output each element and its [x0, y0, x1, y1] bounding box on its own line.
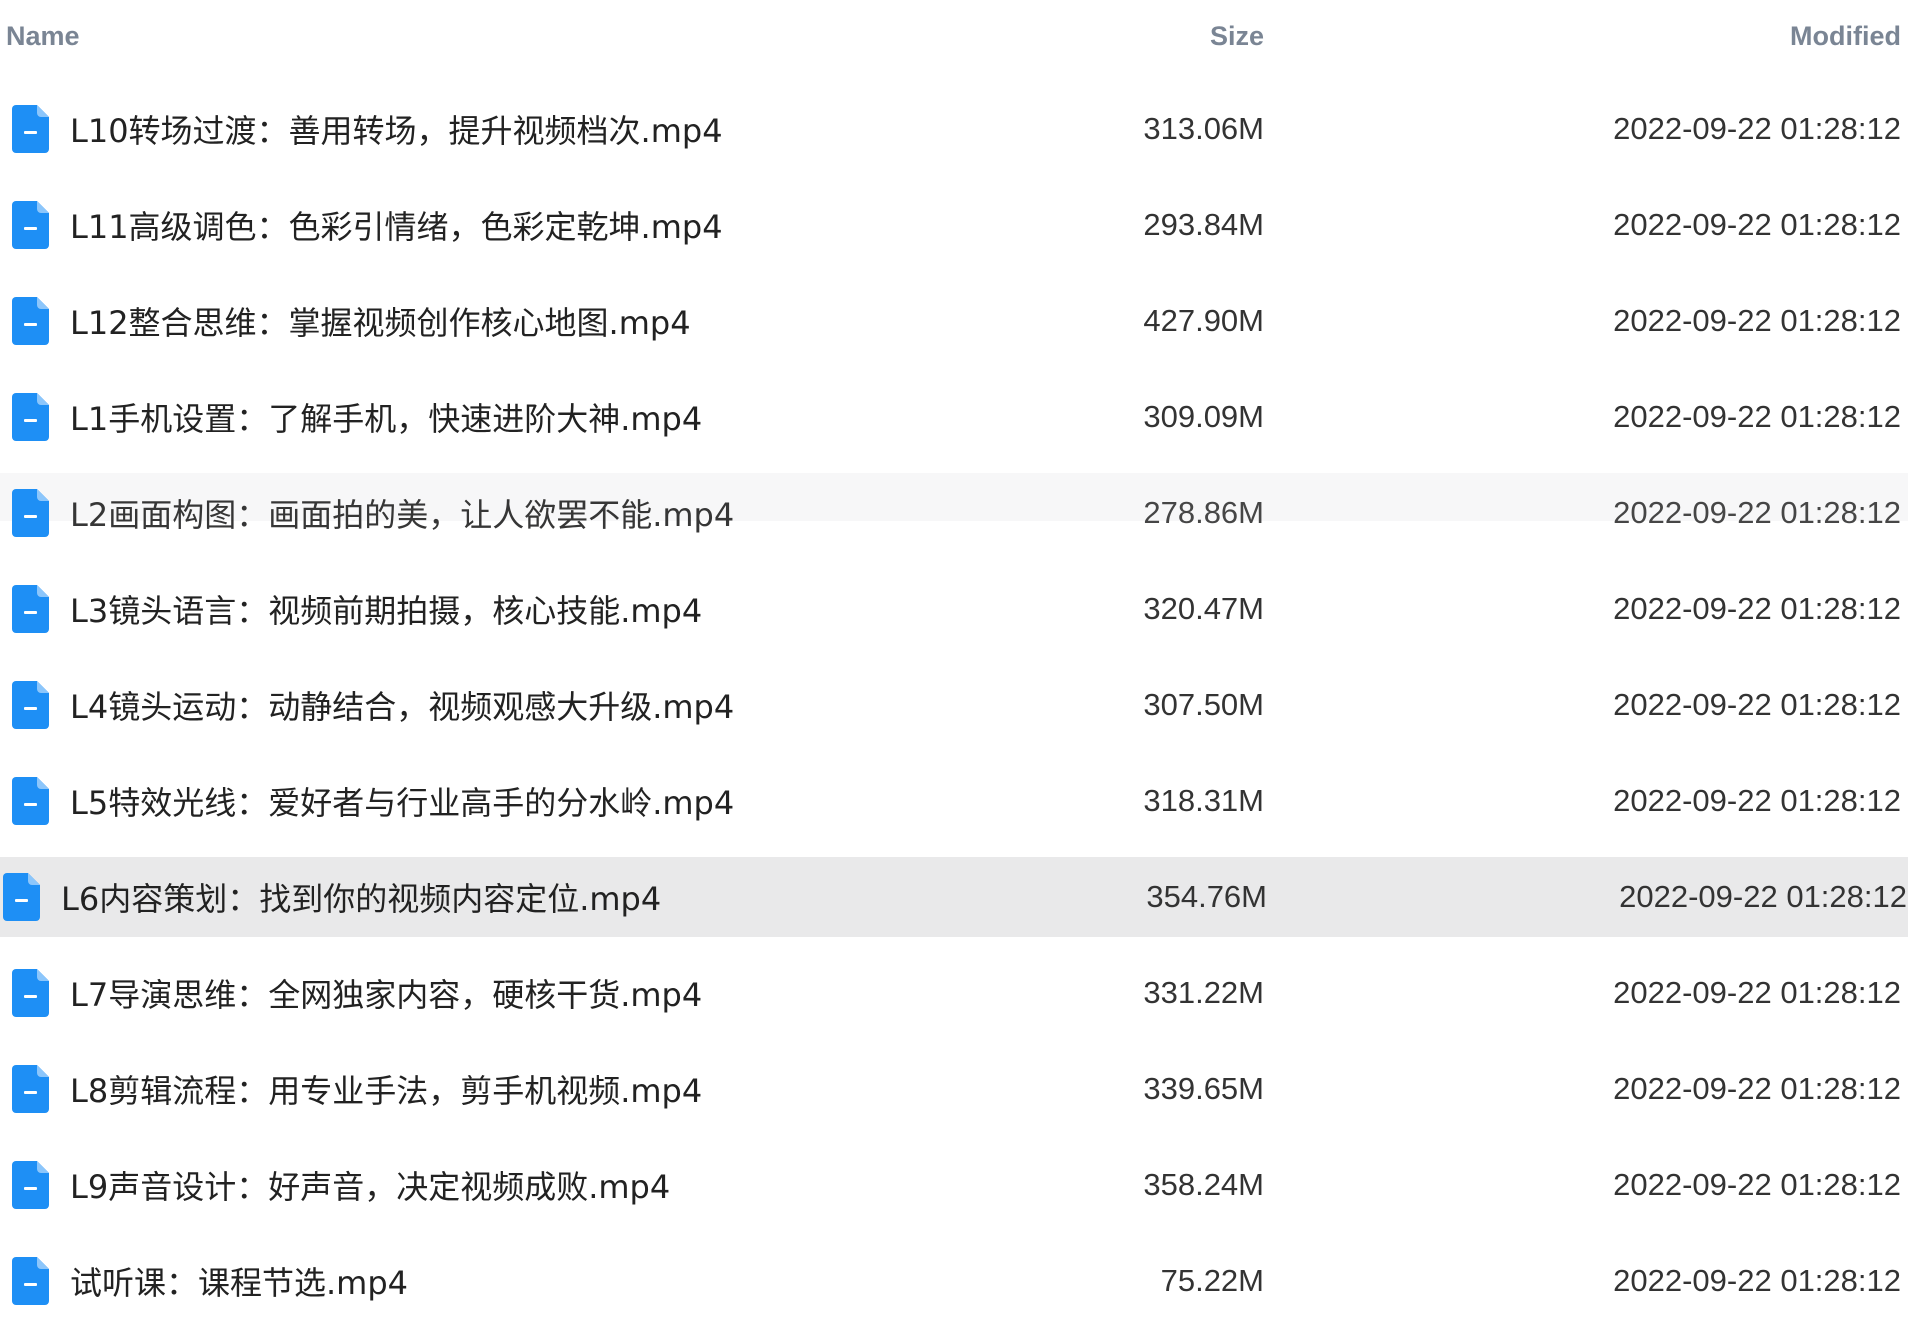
file-size: 358.24M — [1143, 1167, 1264, 1202]
file-modified: 2022-09-22 01:28:12 — [1613, 1071, 1901, 1106]
file-size: 309.09M — [1143, 399, 1264, 434]
file-document-icon — [12, 105, 49, 153]
file-size: 427.90M — [1143, 303, 1264, 338]
file-row[interactable]: L1手机设置：了解手机，快速进阶大神.mp4 309.09M 2022-09-2… — [0, 377, 1908, 457]
file-name[interactable]: L12整合思维：掌握视频创作核心地图.mp4 — [70, 298, 691, 344]
file-name[interactable]: L9声音设计：好声音，决定视频成败.mp4 — [70, 1162, 670, 1208]
file-size: 278.86M — [1143, 495, 1264, 530]
file-size: 339.65M — [1143, 1071, 1264, 1106]
file-name[interactable]: L5特效光线：爱好者与行业高手的分水岭.mp4 — [70, 778, 734, 824]
file-row[interactable]: L7导演思维：全网独家内容，硬核干货.mp4 331.22M 2022-09-2… — [0, 953, 1908, 1033]
file-modified: 2022-09-22 01:28:12 — [1613, 495, 1901, 530]
file-modified: 2022-09-22 01:28:12 — [1613, 303, 1901, 338]
file-list: Name Size Modified L10转场过渡：善用转场，提升视频档次.m… — [0, 0, 1908, 1320]
file-modified: 2022-09-22 01:28:12 — [1613, 207, 1901, 242]
file-document-icon — [12, 1161, 49, 1209]
file-row[interactable]: L8剪辑流程：用专业手法，剪手机视频.mp4 339.65M 2022-09-2… — [0, 1049, 1908, 1129]
file-document-icon — [12, 297, 49, 345]
file-document-icon — [12, 1065, 49, 1113]
file-name[interactable]: L11高级调色：色彩引情绪，色彩定乾坤.mp4 — [70, 202, 723, 248]
file-document-icon — [12, 681, 49, 729]
file-name[interactable]: L1手机设置：了解手机，快速进阶大神.mp4 — [70, 394, 702, 440]
file-document-icon — [12, 1257, 49, 1305]
column-header-name[interactable]: Name — [6, 21, 80, 52]
column-header-size[interactable]: Size — [1210, 21, 1264, 52]
file-modified: 2022-09-22 01:28:12 — [1613, 591, 1901, 626]
file-row[interactable]: L2画面构图：画面拍的美，让人欲罢不能.mp4 278.86M 2022-09-… — [0, 473, 1908, 553]
file-name[interactable]: L4镜头运动：动静结合，视频观感大升级.mp4 — [70, 682, 734, 728]
file-name[interactable]: L3镜头语言：视频前期拍摄，核心技能.mp4 — [70, 586, 702, 632]
file-modified: 2022-09-22 01:28:12 — [1619, 879, 1907, 914]
file-modified: 2022-09-22 01:28:12 — [1613, 399, 1901, 434]
file-modified: 2022-09-22 01:28:12 — [1613, 1167, 1901, 1202]
file-row[interactable]: L10转场过渡：善用转场，提升视频档次.mp4 313.06M 2022-09-… — [0, 89, 1908, 169]
list-header: Name Size Modified — [0, 0, 1908, 72]
file-modified: 2022-09-22 01:28:12 — [1613, 783, 1901, 818]
file-modified: 2022-09-22 01:28:12 — [1613, 975, 1901, 1010]
file-document-icon — [12, 585, 49, 633]
file-size: 331.22M — [1143, 975, 1264, 1010]
file-document-icon — [3, 873, 40, 921]
file-modified: 2022-09-22 01:28:12 — [1613, 111, 1901, 146]
file-size: 354.76M — [1146, 879, 1267, 914]
file-name[interactable]: L2画面构图：画面拍的美，让人欲罢不能.mp4 — [70, 490, 734, 536]
file-document-icon — [12, 777, 49, 825]
file-name[interactable]: 试听课：课程节选.mp4 — [70, 1258, 408, 1304]
file-size: 293.84M — [1143, 207, 1264, 242]
file-size: 313.06M — [1143, 111, 1264, 146]
file-document-icon — [12, 969, 49, 1017]
file-size: 318.31M — [1143, 783, 1264, 818]
file-row[interactable]: L12整合思维：掌握视频创作核心地图.mp4 427.90M 2022-09-2… — [0, 281, 1908, 361]
file-row[interactable]: L5特效光线：爱好者与行业高手的分水岭.mp4 318.31M 2022-09-… — [0, 761, 1908, 841]
file-row-selected[interactable]: L6内容策划：找到你的视频内容定位.mp4 354.76M 2022-09-22… — [0, 857, 1908, 937]
file-modified: 2022-09-22 01:28:12 — [1613, 1263, 1901, 1298]
file-name[interactable]: L10转场过渡：善用转场，提升视频档次.mp4 — [70, 106, 723, 152]
column-header-modified[interactable]: Modified — [1790, 21, 1901, 52]
file-size: 320.47M — [1143, 591, 1264, 626]
file-document-icon — [12, 201, 49, 249]
file-row[interactable]: L9声音设计：好声音，决定视频成败.mp4 358.24M 2022-09-22… — [0, 1145, 1908, 1225]
file-modified: 2022-09-22 01:28:12 — [1613, 687, 1901, 722]
file-name[interactable]: L6内容策划：找到你的视频内容定位.mp4 — [61, 874, 661, 920]
file-size: 307.50M — [1143, 687, 1264, 722]
file-name[interactable]: L7导演思维：全网独家内容，硬核干货.mp4 — [70, 970, 702, 1016]
file-document-icon — [12, 393, 49, 441]
file-size: 75.22M — [1160, 1263, 1264, 1298]
file-name[interactable]: L8剪辑流程：用专业手法，剪手机视频.mp4 — [70, 1066, 702, 1112]
file-row[interactable]: L11高级调色：色彩引情绪，色彩定乾坤.mp4 293.84M 2022-09-… — [0, 185, 1908, 265]
file-row[interactable]: L4镜头运动：动静结合，视频观感大升级.mp4 307.50M 2022-09-… — [0, 665, 1908, 745]
file-row[interactable]: L3镜头语言：视频前期拍摄，核心技能.mp4 320.47M 2022-09-2… — [0, 569, 1908, 649]
file-document-icon — [12, 489, 49, 537]
file-row[interactable]: 试听课：课程节选.mp4 75.22M 2022-09-22 01:28:12 — [0, 1241, 1908, 1321]
